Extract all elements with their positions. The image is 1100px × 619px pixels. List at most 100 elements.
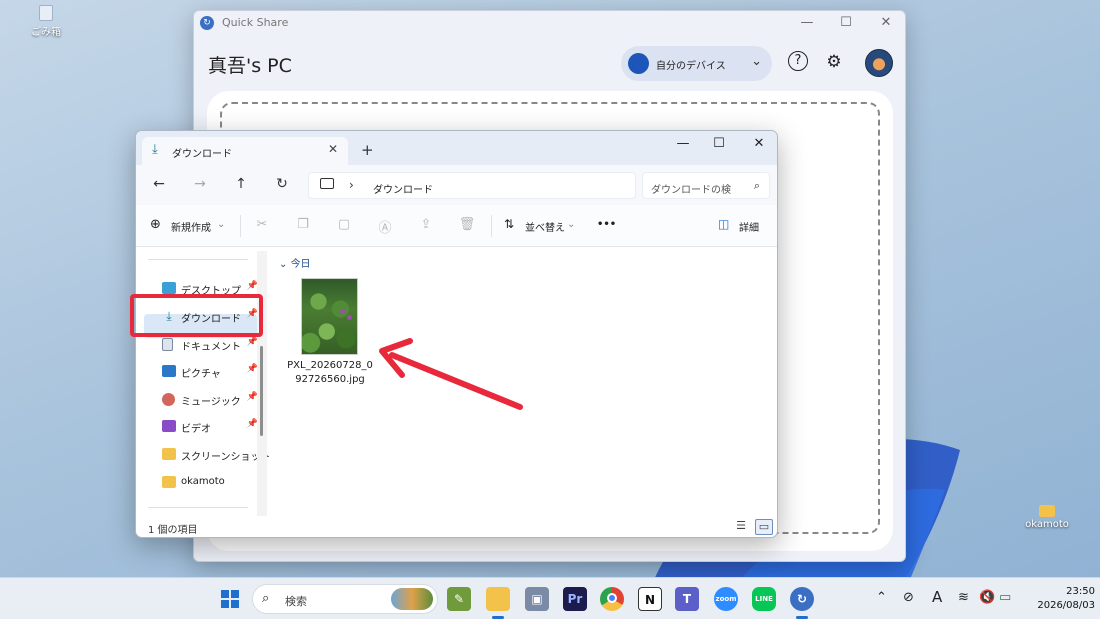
rename-icon[interactable]: Ⓐ	[376, 217, 394, 236]
search-placeholder: ダウンロードの検	[651, 185, 731, 196]
tab-label: ダウンロード	[172, 149, 232, 160]
ime-indicator[interactable]: A	[932, 588, 942, 606]
file-name-line2: 92726560.jpg	[295, 374, 365, 385]
sidebar-item-label: ミュージック	[181, 397, 241, 408]
copy-icon[interactable]: ❐	[294, 217, 312, 232]
file-name-line1: PXL_20260728_0	[287, 360, 373, 371]
maximize-button[interactable]: ☐	[836, 15, 856, 30]
minimize-button[interactable]: —	[673, 136, 693, 151]
settings-gear-icon[interactable]: ⚙	[823, 51, 845, 73]
file-name[interactable]: PXL_20260728_0 92726560.jpg	[284, 359, 376, 387]
divider	[148, 507, 248, 508]
close-tab-icon[interactable]: ✕	[328, 142, 338, 156]
window-title: Quick Share	[222, 16, 289, 29]
sidebar-item-music[interactable]: ミュージック 📌	[162, 390, 258, 410]
desktop-icon	[162, 282, 176, 294]
new-tab-button[interactable]: +	[361, 141, 374, 159]
image-thumbnail[interactable]	[301, 278, 358, 355]
chevron-down-icon: ⌄	[751, 54, 762, 69]
quick-share-icon[interactable]: ↻	[790, 587, 814, 611]
sidebar-item-videos[interactable]: ビデオ 📌	[162, 417, 258, 437]
tab-downloads[interactable]: ⤓ ダウンロード ✕	[142, 137, 348, 165]
device-visibility-label: 自分のデバイス	[656, 61, 726, 72]
sidebar-scrollbar[interactable]	[257, 251, 267, 516]
close-button[interactable]: ✕	[749, 136, 769, 151]
line-icon[interactable]: LINE	[752, 587, 776, 611]
taskbar: ⌕ 検索 ✎ ▣ Pr N T zoom LINE ↻ ⌃ ⊘ A ≋ 🔇 ▭ …	[0, 577, 1100, 619]
clock-date: 2026/08/03	[1037, 600, 1095, 611]
delete-icon[interactable]: 🗑	[458, 217, 476, 232]
navigation-pane: デスクトップ 📌 ⤓ ダウンロード 📌 ドキュメント 📌 ピクチャ 📌 ミュージ…	[136, 247, 271, 517]
group-header[interactable]: ⌄ 今日	[279, 255, 311, 270]
up-arrow-icon[interactable]: ↑	[232, 176, 250, 192]
file-explorer-icon[interactable]	[486, 587, 510, 611]
address-bar[interactable]: › ダウンロード	[308, 172, 636, 199]
command-bar: ⊕ 新規作成 ⌄ ✂ ❐ ▢ Ⓐ ⇪ 🗑 ⇅ 並べ替え ⌄ ••• ◫ 詳細	[136, 205, 777, 247]
teams-icon[interactable]: T	[675, 587, 699, 611]
start-windows-icon[interactable]	[218, 587, 242, 611]
speaker-muted-icon[interactable]: 🔇	[979, 590, 995, 605]
sidebar-item-okamoto[interactable]: okamoto	[162, 473, 258, 493]
pictures-icon	[162, 365, 176, 377]
premiere-pro-icon[interactable]: Pr	[563, 587, 587, 611]
details-button[interactable]: 詳細	[739, 219, 759, 234]
maximize-button[interactable]: ☐	[709, 136, 729, 151]
device-visibility-dropdown[interactable]: 自分のデバイス ⌄	[621, 46, 772, 81]
devices-icon	[628, 53, 649, 74]
paste-icon[interactable]: ▢	[335, 217, 353, 232]
details-view-icon[interactable]: ☰	[732, 519, 750, 535]
zoom-icon[interactable]: zoom	[714, 587, 738, 611]
no-network-icon[interactable]: ⊘	[903, 590, 914, 605]
wifi-icon[interactable]: ≋	[958, 590, 969, 605]
flower-detail	[340, 309, 345, 314]
clock[interactable]: 23:50 2026/08/03	[1025, 585, 1095, 613]
more-options-button[interactable]: •••	[597, 219, 616, 230]
chevron-up-icon[interactable]: ⌃	[876, 590, 887, 605]
group-header-label: 今日	[290, 259, 311, 270]
chevron-down-icon: ⌄	[567, 219, 576, 230]
taskbar-search-input[interactable]: ⌕ 検索	[252, 584, 438, 614]
scrollbar-thumb[interactable]	[260, 346, 263, 436]
pc-name: 真吾's PC	[208, 55, 292, 77]
refresh-icon[interactable]: ↻	[273, 176, 291, 192]
battery-icon[interactable]: ▭	[999, 590, 1011, 605]
desktop-icon-label: okamoto	[1025, 519, 1069, 530]
sidebar-item-pictures[interactable]: ピクチャ 📌	[162, 362, 258, 382]
desktop-recycle-bin[interactable]: ごみ箱	[16, 5, 76, 38]
sidebar-item-label: ビデオ	[181, 424, 211, 435]
sort-button[interactable]: 並べ替え	[525, 219, 565, 234]
search-highlight-image	[391, 588, 433, 610]
forward-arrow-icon[interactable]: →	[191, 176, 209, 192]
navigation-bar: ← → ↑ ↻ › ダウンロード ダウンロードの検 ⌕	[136, 165, 777, 205]
back-arrow-icon[interactable]: ←	[150, 176, 168, 192]
address-path: ダウンロード	[373, 185, 433, 196]
app-icon-photo-editor[interactable]: ✎	[447, 587, 471, 611]
quickshare-logo-icon: ↻	[200, 16, 214, 30]
taskbar-search-placeholder: 検索	[285, 595, 307, 608]
divider	[148, 259, 248, 260]
notion-icon[interactable]: N	[638, 587, 662, 611]
search-input[interactable]: ダウンロードの検 ⌕	[642, 172, 770, 199]
search-icon: ⌕	[753, 179, 760, 192]
close-button[interactable]: ✕	[876, 15, 896, 30]
sort-icon: ⇅	[504, 217, 515, 231]
desktop-folder-okamoto[interactable]: okamoto	[1017, 505, 1077, 530]
share-icon[interactable]: ⇪	[417, 217, 435, 232]
chevron-right-icon: ›	[349, 178, 354, 192]
help-icon[interactable]: ?	[788, 51, 808, 71]
sidebar-item-label: okamoto	[181, 476, 225, 487]
chrome-icon[interactable]	[600, 587, 624, 611]
divider	[491, 215, 492, 237]
sidebar-item-documents[interactable]: ドキュメント 📌	[162, 335, 258, 355]
snipping-tool-icon[interactable]: ▣	[525, 587, 549, 611]
minimize-button[interactable]: —	[797, 15, 817, 30]
avatar[interactable]	[865, 49, 893, 77]
search-icon: ⌕	[262, 591, 270, 606]
music-icon	[162, 393, 175, 406]
divider	[240, 215, 241, 237]
new-button[interactable]: 新規作成	[171, 219, 211, 234]
large-icons-view-icon[interactable]: ▭	[755, 519, 773, 535]
cut-icon[interactable]: ✂	[253, 217, 271, 232]
this-pc-icon	[320, 178, 334, 189]
highlight-box	[130, 294, 263, 337]
